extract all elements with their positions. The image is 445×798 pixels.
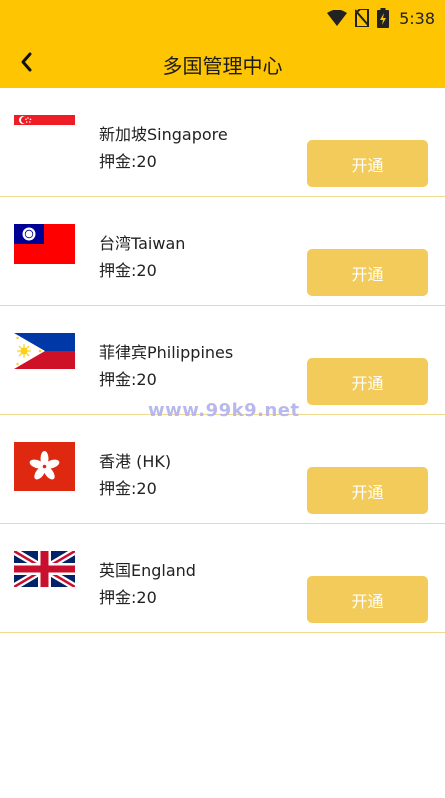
- taiwan-flag-icon: [14, 224, 75, 264]
- status-time: 5:38: [399, 8, 435, 28]
- status-bar: 5:38: [0, 0, 445, 36]
- country-name: 香港 (HK): [99, 452, 172, 471]
- country-row-philippines: 菲律宾Philippines 押金:20 开通: [0, 306, 445, 415]
- country-row-taiwan: 台湾Taiwan 押金:20 开通: [0, 197, 445, 306]
- country-row-uk: 英国England 押金:20 开通: [0, 524, 445, 633]
- open-button-singapore[interactable]: 开通: [307, 140, 428, 187]
- wifi-icon: [327, 10, 348, 26]
- deposit-amount: 押金:20: [99, 152, 157, 171]
- open-button-hong-kong[interactable]: 开通: [307, 467, 428, 514]
- country-name: 台湾Taiwan: [99, 234, 186, 253]
- singapore-flag-icon: [14, 115, 75, 135]
- deposit-amount: 押金:20: [99, 261, 157, 280]
- watermark-text: www.99k9.net: [148, 400, 300, 421]
- deposit-amount: 押金:20: [99, 479, 157, 498]
- no-sim-icon: [355, 9, 370, 27]
- toolbar: 多国管理中心: [0, 36, 445, 88]
- hong-kong-flag-icon: [14, 442, 75, 491]
- philippines-flag-icon: [14, 333, 75, 369]
- open-button-taiwan[interactable]: 开通: [307, 249, 428, 296]
- country-row-singapore: 新加坡Singapore 押金:20 开通: [0, 88, 445, 197]
- country-row-hong-kong: 香港 (HK) 押金:20 开通: [0, 415, 445, 524]
- country-name: 菲律宾Philippines: [99, 343, 234, 362]
- deposit-amount: 押金:20: [99, 370, 157, 389]
- page-title: 多国管理中心: [162, 54, 283, 78]
- country-name: 英国England: [99, 561, 196, 580]
- status-icons: 5:38: [327, 6, 435, 30]
- open-button-philippines[interactable]: 开通: [307, 358, 428, 405]
- country-name: 新加坡Singapore: [99, 125, 228, 144]
- country-list: 新加坡Singapore 押金:20 开通 台湾Taiwan 押金:20 开通: [0, 88, 445, 633]
- deposit-amount: 押金:20: [99, 588, 157, 607]
- uk-flag-icon: [14, 551, 75, 587]
- open-button-uk[interactable]: 开通: [307, 576, 428, 623]
- battery-charging-icon: [377, 8, 390, 28]
